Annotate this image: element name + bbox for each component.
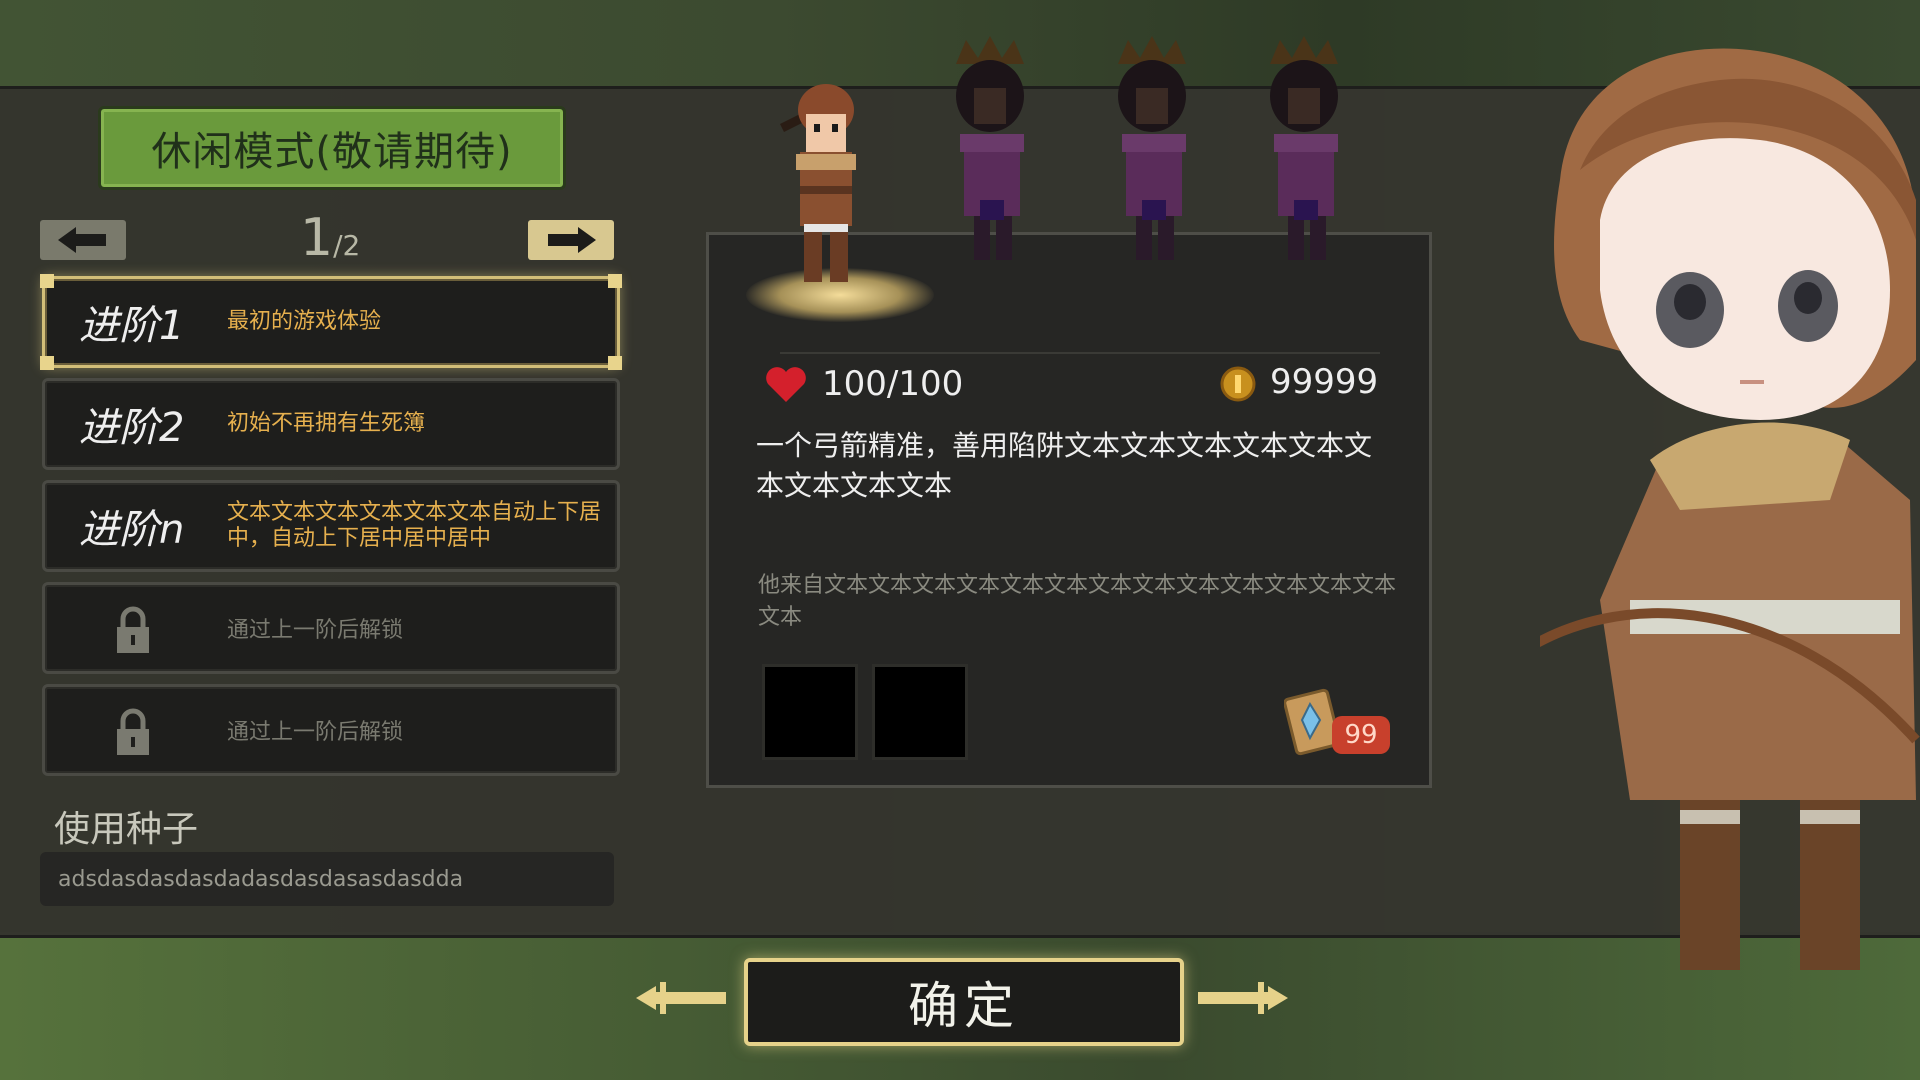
character-background: 他来自文本文本文本文本文本文本文本文本文本文本文本文本文本文本 <box>758 573 1397 630</box>
seed-label: 使用种子 <box>54 809 199 850</box>
level-item-n[interactable]: 进阶n 文本文本文本文本文本文本自动上下居中，自动上下居中居中居中 <box>42 480 620 572</box>
sword-deco-icon <box>1198 982 1288 1014</box>
mode-button[interactable]: 休闲模式(敬请期待) <box>98 106 566 190</box>
item-slot[interactable] <box>762 664 858 760</box>
corner-marker <box>608 274 622 288</box>
character-sprite-locked[interactable] <box>926 30 1056 270</box>
arrow-right-icon <box>548 227 596 253</box>
locked-text: 通过上一阶后解锁 <box>227 618 404 643</box>
confirm-button[interactable]: 确定 <box>744 958 1184 1046</box>
level-desc: 最初的游戏体验 <box>227 309 382 334</box>
corner-marker <box>40 356 54 370</box>
sword-deco-icon <box>636 982 726 1014</box>
arrow-left-icon <box>58 227 106 253</box>
level-item-locked[interactable]: 通过上一阶后解锁 <box>42 582 620 674</box>
level-desc: 文本文本文本文本文本文本自动上下居中，自动上下居中居中居中 <box>227 500 602 551</box>
character-sprite-locked[interactable] <box>1240 30 1370 270</box>
seed-input[interactable] <box>40 852 614 906</box>
coin-value: 99999 <box>1270 362 1379 402</box>
corner-marker <box>40 274 54 288</box>
item-count-badge: 99 <box>1332 716 1390 754</box>
level-title: 进阶n <box>79 507 185 553</box>
lock-icon <box>117 606 149 653</box>
hp-value: 100/100 <box>822 364 964 404</box>
corner-marker <box>608 356 622 370</box>
lock-icon <box>117 708 149 755</box>
level-item-2[interactable]: 进阶2 初始不再拥有生死簿 <box>42 378 620 470</box>
level-desc: 初始不再拥有生死簿 <box>227 411 426 436</box>
character-sprite-selected[interactable] <box>760 74 880 294</box>
page-current: 1 <box>300 208 334 268</box>
heart-icon <box>766 367 806 402</box>
character-description: 一个弓箭精准，善用陷阱文本文本文本文本文本文本文本文本文本 <box>756 429 1373 502</box>
coin-icon <box>1220 366 1256 402</box>
character-sprite-locked[interactable] <box>1088 30 1218 270</box>
level-title: 进阶2 <box>79 405 185 451</box>
level-item-locked[interactable]: 通过上一阶后解锁 <box>42 684 620 776</box>
next-page-button[interactable] <box>528 220 614 260</box>
level-item-1[interactable]: 进阶1 最初的游戏体验 <box>40 274 622 370</box>
prev-page-button[interactable] <box>40 220 126 260</box>
locked-text: 通过上一阶后解锁 <box>227 720 404 745</box>
page-indicator: 1/2 <box>300 208 400 268</box>
level-title: 进阶1 <box>79 303 185 349</box>
item-slot[interactable] <box>872 664 968 760</box>
character-portrait <box>1540 48 1920 970</box>
page-total: /2 <box>333 229 361 262</box>
divider <box>780 352 1380 354</box>
